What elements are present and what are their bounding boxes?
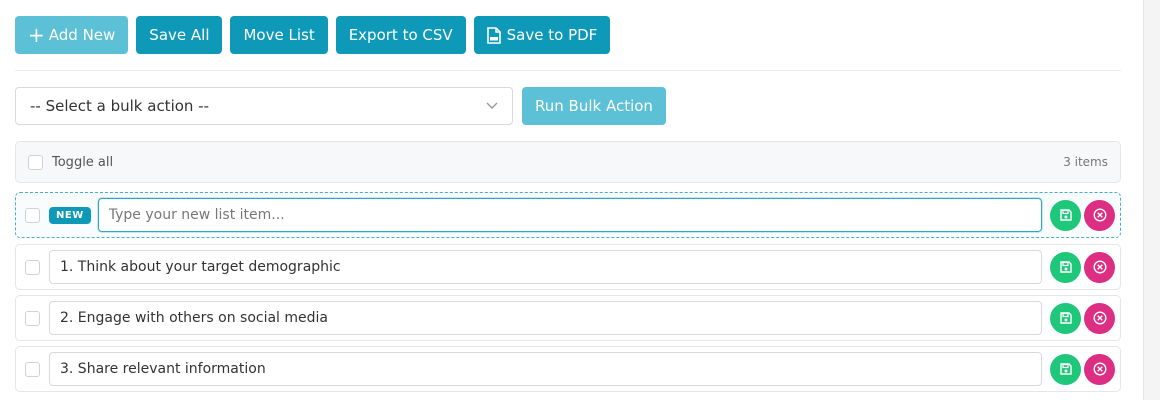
- list-item-input[interactable]: [49, 352, 1042, 386]
- new-item-checkbox[interactable]: [25, 207, 40, 223]
- toolbar: + Add New Save All Move List Export to C…: [15, 16, 611, 54]
- bulk-action-select[interactable]: -- Select a bulk action --: [15, 87, 513, 125]
- chevron-down-icon: [486, 102, 498, 110]
- item-count: 3 items: [1063, 155, 1108, 169]
- save-all-label: Save All: [149, 26, 210, 44]
- export-csv-button[interactable]: Export to CSV: [335, 16, 466, 54]
- item-checkbox[interactable]: [25, 361, 40, 377]
- list-header: Toggle all 3 items: [15, 141, 1121, 183]
- list-item: [15, 244, 1121, 290]
- list-item-input[interactable]: [49, 250, 1042, 284]
- new-list-item-row: NEW: [15, 192, 1121, 238]
- move-list-label: Move List: [243, 26, 315, 44]
- move-list-button[interactable]: Move List: [230, 16, 328, 54]
- save-item-button[interactable]: [1050, 251, 1081, 283]
- save-icon: [1059, 363, 1072, 375]
- add-new-label: Add New: [48, 26, 116, 44]
- plus-icon: +: [28, 23, 45, 47]
- save-icon: [1059, 312, 1072, 324]
- new-badge: NEW: [49, 206, 91, 224]
- delete-item-button[interactable]: [1084, 199, 1115, 231]
- close-circle-icon: [1092, 260, 1107, 274]
- run-bulk-action-label: Run Bulk Action: [535, 97, 653, 115]
- delete-item-button[interactable]: [1084, 251, 1115, 283]
- item-checkbox[interactable]: [25, 310, 40, 326]
- save-item-button[interactable]: [1050, 353, 1081, 385]
- run-bulk-action-button[interactable]: Run Bulk Action: [522, 87, 666, 125]
- item-checkbox[interactable]: [25, 259, 40, 275]
- toggle-all[interactable]: Toggle all: [28, 154, 114, 170]
- bulk-action-selected: -- Select a bulk action --: [30, 97, 210, 115]
- save-item-button[interactable]: [1050, 302, 1081, 334]
- close-circle-icon: [1092, 311, 1107, 325]
- save-all-button[interactable]: Save All: [136, 16, 223, 54]
- close-circle-icon: [1092, 208, 1107, 222]
- save-pdf-button[interactable]: Save to PDF: [473, 16, 611, 54]
- divider: [15, 70, 1121, 71]
- pdf-file-icon: [486, 26, 501, 44]
- vertical-scrollbar[interactable]: [1143, 0, 1160, 400]
- list-item: [15, 346, 1121, 392]
- save-pdf-label: Save to PDF: [506, 26, 598, 44]
- close-circle-icon: [1092, 362, 1107, 376]
- toggle-all-checkbox[interactable]: [28, 154, 43, 170]
- delete-item-button[interactable]: [1084, 302, 1115, 334]
- export-csv-label: Export to CSV: [348, 26, 453, 44]
- list-item: [15, 295, 1121, 341]
- save-icon: [1059, 261, 1072, 273]
- save-item-button[interactable]: [1050, 199, 1081, 231]
- toggle-all-label: Toggle all: [52, 154, 114, 170]
- bulk-action-row: -- Select a bulk action -- Run Bulk Acti…: [15, 87, 666, 125]
- add-new-button[interactable]: + Add New: [15, 16, 129, 54]
- save-icon: [1059, 209, 1072, 221]
- new-item-input[interactable]: [97, 198, 1042, 232]
- list-item-input[interactable]: [49, 301, 1042, 335]
- delete-item-button[interactable]: [1084, 353, 1115, 385]
